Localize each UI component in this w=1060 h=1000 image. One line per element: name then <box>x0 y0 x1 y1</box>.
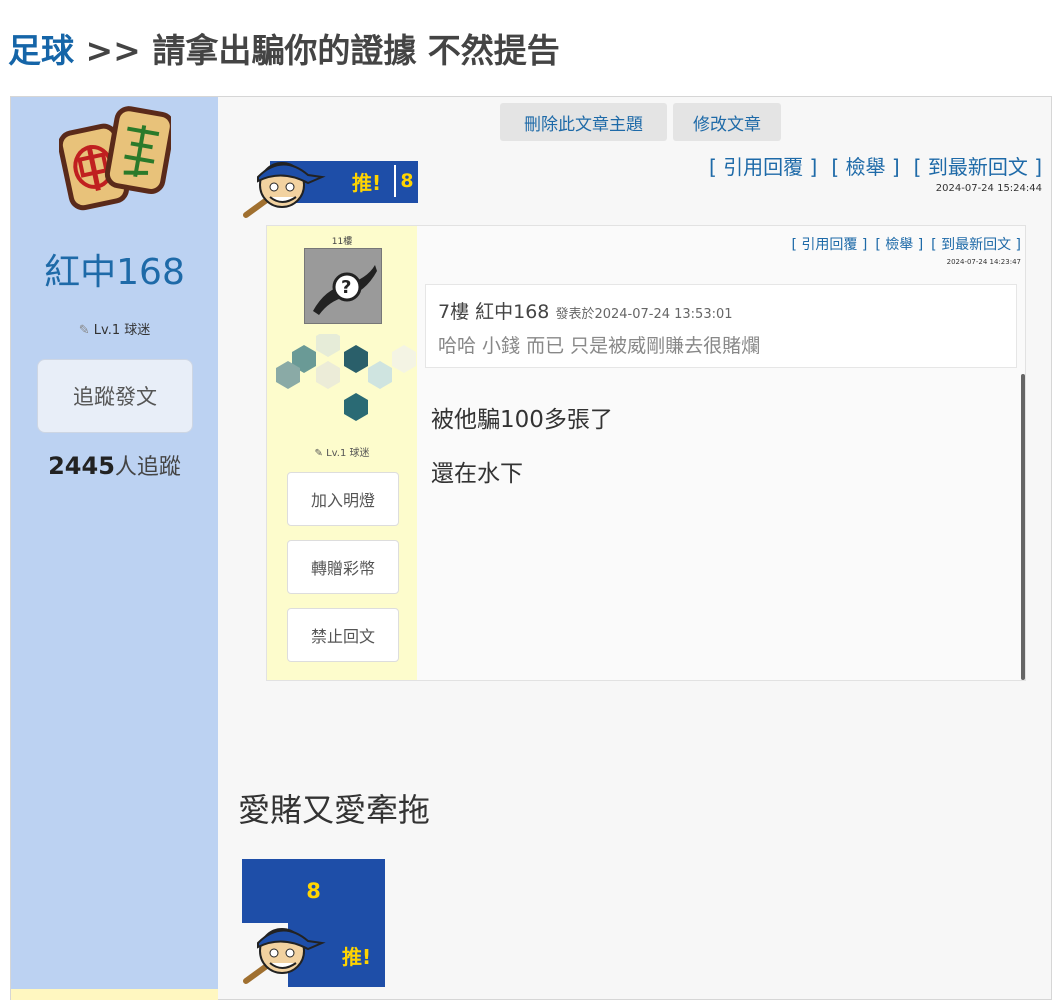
push-count: 8 <box>242 859 385 923</box>
gift-coins-button[interactable]: 轉贈彩幣 <box>287 540 399 594</box>
author-sidebar: 紅中168 ✎ Lv.1 球迷 追蹤發文 2445人追蹤 <box>11 97 218 1000</box>
author-level-text: Lv.1 球迷 <box>93 323 151 338</box>
floor-number: 11樓 <box>331 237 353 247</box>
quoted-reply-card: 11樓 ? ✎ Lv.1 球迷 加入明燈 轉贈彩幣 禁止回文 [引用回覆] … <box>266 225 1026 681</box>
reply-line-2: 還在水下 <box>431 461 523 487</box>
quote-reply-link[interactable]: [ 引用回覆 ] <box>792 237 868 253</box>
push-label: 推! <box>342 945 372 969</box>
default-avatar-icon: ? <box>304 248 382 324</box>
category-link[interactable]: 足球 <box>8 31 74 70</box>
follow-button[interactable]: 追蹤發文 <box>37 359 193 433</box>
post-actions: [ 引用回覆 ] [ 檢舉 ] [ 到最新回文 ] <box>695 151 1042 180</box>
delete-topic-button[interactable]: 刪除此文章主題 <box>500 103 667 141</box>
inner-quote-posted: 發表於2024-07-24 13:53:01 <box>555 307 733 322</box>
mahjong-tiles-icon <box>59 106 171 211</box>
push-count: 8 <box>394 165 418 197</box>
push-button[interactable]: 8 推! <box>242 859 385 987</box>
scrollbar[interactable] <box>1021 374 1025 680</box>
post-frame: 紅中168 ✎ Lv.1 球迷 追蹤發文 2445人追蹤 刪除此文章主題 修改文… <box>10 96 1052 1000</box>
latest-reply-link[interactable]: [ 到最新回文 ] <box>914 155 1042 179</box>
reply-line-1: 被他騙100多張了 <box>431 407 613 433</box>
post-timestamp: 2024-07-24 15:24:44 <box>935 183 1042 194</box>
inner-quote-author: 7樓 紅中168 <box>438 301 550 323</box>
add-beacon-button[interactable]: 加入明燈 <box>287 472 399 526</box>
page-header: 足球 >> 請拿出騙你的證據 不然提告 <box>8 24 560 72</box>
block-reply-button[interactable]: 禁止回文 <box>287 608 399 662</box>
svg-text:?: ? <box>341 277 351 298</box>
post-main: 刪除此文章主題 修改文章 推! 8 [ 引用回覆 ] [ 檢舉 ] [ 到最新回文 … <box>218 97 1052 989</box>
quote-reply-link[interactable]: [ 引用回覆 ] <box>709 155 817 179</box>
author-username[interactable]: 紅中168 <box>11 243 218 295</box>
follower-number: 2445 <box>48 452 115 480</box>
quoted-level-text: Lv.1 球迷 <box>326 448 370 459</box>
report-link[interactable]: [ 檢舉 ] <box>831 155 899 179</box>
baseball-player-icon <box>243 162 326 218</box>
follower-count: 2445人追蹤 <box>11 449 218 481</box>
edit-post-button[interactable]: 修改文章 <box>673 103 781 141</box>
report-link[interactable]: [ 檢舉 ] <box>875 237 923 253</box>
push-label: 推! <box>352 171 382 195</box>
inner-quote-body: 哈哈 小錢 而已 只是被威剛賺去很賭爛 <box>438 335 761 357</box>
badge-mosaic <box>276 334 416 421</box>
next-author-strip <box>11 989 218 1000</box>
quoted-author-sidebar: 11樓 ? ✎ Lv.1 球迷 加入明燈 轉贈彩幣 禁止回文 <box>267 226 417 680</box>
push-badge[interactable]: 推! 8 <box>242 155 418 221</box>
pencil-icon: ✎ <box>78 323 90 338</box>
baseball-player-icon <box>243 928 326 984</box>
breadcrumb-separator: >> <box>85 31 141 70</box>
inner-quote: 7樓 紅中168 發表於2024-07-24 13:53:01 哈哈 小錢 而已… <box>425 284 1017 368</box>
author-level: ✎ Lv.1 球迷 <box>11 319 218 338</box>
latest-reply-link[interactable]: [ 到最新回文 ] <box>931 237 1021 253</box>
quoted-actions: [ 引用回覆 ] [ 檢舉 ] [ 到最新回文 ] <box>784 234 1021 254</box>
quoted-level: ✎ Lv.1 球迷 <box>267 444 417 459</box>
inner-quote-header: 7樓 紅中168 發表於2024-07-24 13:53:01 <box>438 297 733 324</box>
page-title: 請拿出騙你的證據 不然提告 <box>152 31 560 70</box>
quoted-timestamp: 2024-07-24 14:23:47 <box>946 258 1021 266</box>
pencil-icon: ✎ <box>314 448 323 459</box>
post-body: 愛賭又愛牽拖 <box>238 791 431 829</box>
follower-suffix: 人追蹤 <box>114 455 181 480</box>
